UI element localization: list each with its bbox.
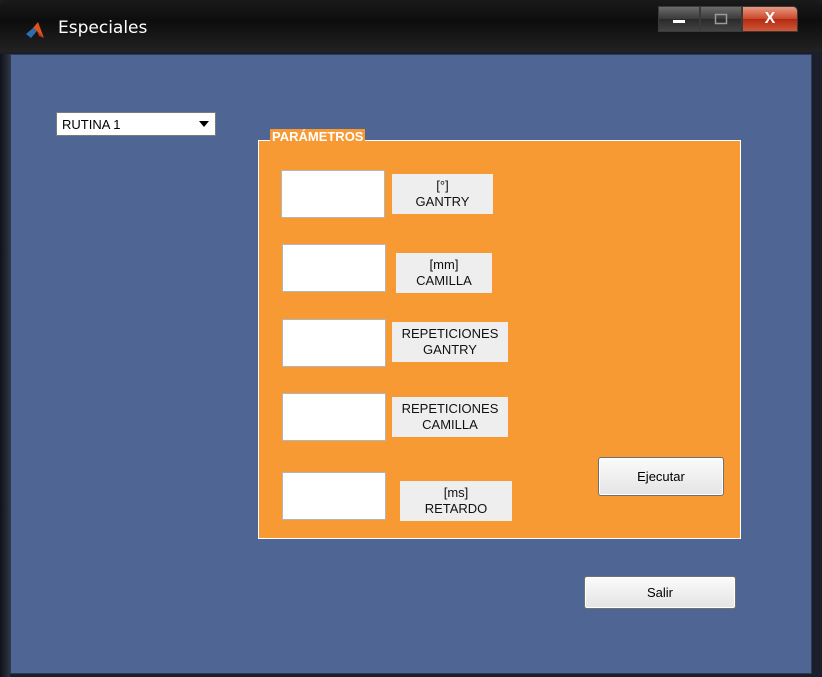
routine-select[interactable]: RUTINA 1 [56, 112, 216, 136]
gantry-angle-name: GANTRY [415, 194, 470, 209]
gantry-repetitions-input[interactable] [282, 319, 386, 367]
exit-button[interactable]: Salir [584, 576, 736, 609]
execute-button[interactable]: Ejecutar [598, 457, 724, 496]
maximize-icon [714, 13, 728, 25]
routine-select-value: RUTINA 1 [62, 116, 121, 132]
delay-unit: [ms] [443, 485, 469, 500]
gantry-repetitions-name: GANTRY [423, 342, 477, 357]
delay-input[interactable] [282, 472, 386, 520]
window-controls: X [658, 6, 798, 32]
window-border [0, 54, 10, 677]
gantry-repetitions-unit: REPETICIONES [401, 326, 499, 341]
matlab-icon [26, 22, 44, 38]
chevron-down-icon[interactable] [193, 113, 215, 135]
close-button[interactable]: X [742, 6, 798, 32]
gantry-angle-label: [°] GANTRY [392, 174, 493, 214]
title-bar[interactable]: Especiales X [0, 0, 822, 52]
camilla-position-name: CAMILLA [416, 273, 472, 288]
camilla-repetitions-label: REPETICIONES CAMILLA [392, 397, 508, 437]
camilla-repetitions-name: CAMILLA [422, 417, 478, 432]
parameters-panel-title: PARÁMETROS [270, 129, 366, 144]
window-title: Especiales [58, 18, 148, 38]
camilla-repetitions-input[interactable] [282, 393, 386, 441]
camilla-position-unit: [mm] [429, 257, 459, 272]
gantry-angle-unit: [°] [436, 178, 449, 193]
delay-label: [ms] RETARDO [400, 481, 512, 521]
delay-name: RETARDO [424, 501, 488, 516]
gantry-angle-input[interactable] [281, 170, 385, 218]
gantry-repetitions-label: REPETICIONES GANTRY [392, 322, 508, 362]
app-window: Especiales X RUTINA 1 PARÁMETROS [°] GAN… [0, 0, 822, 677]
camilla-position-input[interactable] [282, 244, 386, 292]
maximize-button[interactable] [700, 6, 742, 32]
minimize-button[interactable] [658, 6, 700, 32]
camilla-repetitions-unit: REPETICIONES [401, 401, 499, 416]
camilla-position-label: [mm] CAMILLA [396, 253, 492, 293]
close-icon: X [764, 10, 776, 27]
minimize-icon [673, 20, 685, 23]
